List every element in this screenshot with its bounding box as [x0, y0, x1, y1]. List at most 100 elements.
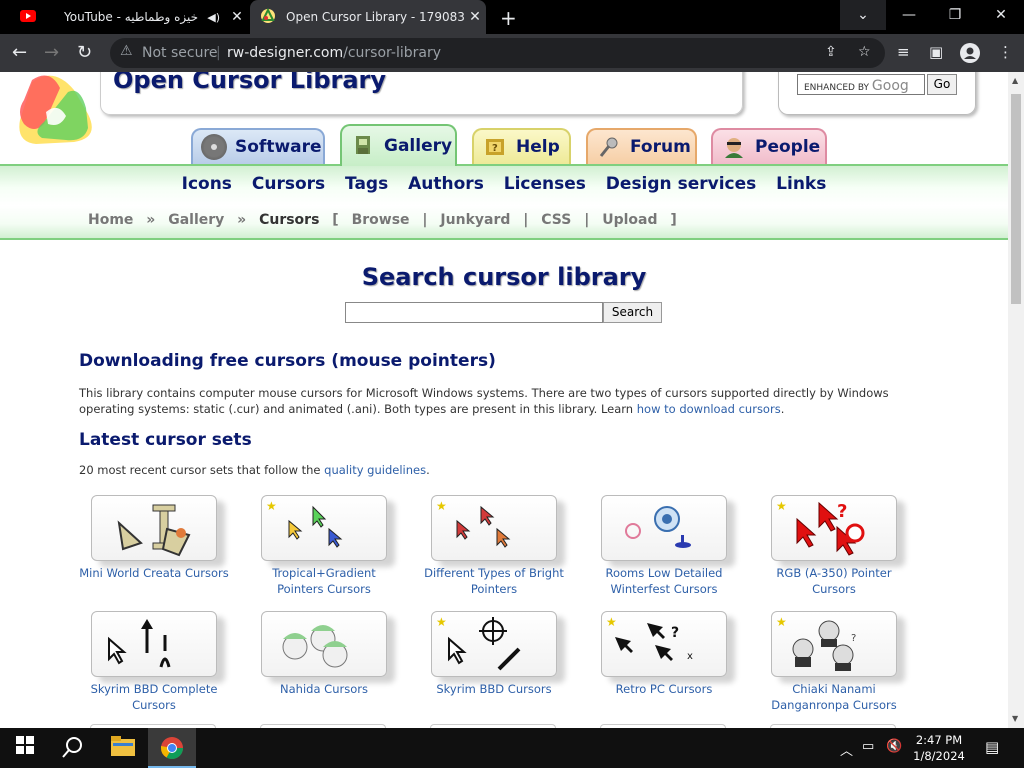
- nav-authors[interactable]: Authors: [408, 174, 484, 194]
- cursor-set-name[interactable]: Nahida Cursors: [249, 681, 399, 697]
- close-tab-icon[interactable]: ✕: [464, 9, 486, 25]
- library-search-button[interactable]: Search: [603, 302, 662, 323]
- tab-label: Gallery: [384, 136, 453, 156]
- tab-software[interactable]: Software: [191, 128, 325, 164]
- nav-links[interactable]: Links: [776, 174, 826, 194]
- tab-title: YouTube - خيزه وطماطيه: [64, 10, 199, 24]
- tab-people[interactable]: People: [711, 128, 827, 164]
- cursor-set-name[interactable]: Mini World Creata Cursors: [79, 565, 229, 581]
- tab-forum[interactable]: Forum: [586, 128, 697, 164]
- tray-chevron-icon[interactable]: ︿: [840, 740, 853, 759]
- tab-help[interactable]: ? Help: [472, 128, 571, 164]
- cursor-set-name[interactable]: Retro PC Cursors: [589, 681, 739, 697]
- chrome-taskbar-button[interactable]: [148, 728, 196, 768]
- system-clock[interactable]: 2:47 PM 1/8/2024: [905, 732, 973, 764]
- page-viewport: Open Cursor Library ENHANCED BY Goog Go …: [0, 72, 1008, 728]
- cursor-set-card[interactable]: ★ ? RGB (A-350) Pointer Cursors: [759, 495, 909, 607]
- bracket-open: [: [332, 212, 339, 228]
- side-panel-icon[interactable]: ▣: [929, 43, 943, 61]
- cursor-set-card[interactable]: Nahida Cursors: [249, 611, 399, 723]
- cursor-set-card[interactable]: ★ Tropical+Gradient Pointers Cursors: [249, 495, 399, 607]
- cursor-set-name[interactable]: Skyrim BBD Cursors: [419, 681, 569, 697]
- network-icon[interactable]: ▭: [862, 739, 874, 754]
- breadcrumb-junkyard[interactable]: Junkyard: [440, 212, 510, 228]
- back-icon[interactable]: ←: [12, 42, 27, 63]
- site-search-input[interactable]: ENHANCED BY Goog: [797, 74, 925, 95]
- nav-cursors[interactable]: Cursors: [252, 174, 325, 194]
- cursor-set-card[interactable]: ★ ? Chiaki Nanami Danganronpa Cursors: [759, 611, 909, 723]
- cursor-set-name[interactable]: Tropical+Gradient Pointers Cursors: [249, 565, 399, 597]
- tab-label: Software: [235, 137, 322, 157]
- cursor-preview-icon: [108, 619, 171, 668]
- nav-licenses[interactable]: Licenses: [504, 174, 586, 194]
- breadcrumb-gallery[interactable]: Gallery: [168, 212, 224, 228]
- warning-icon[interactable]: ⚠: [120, 43, 133, 59]
- scroll-up-icon[interactable]: ▲: [1012, 76, 1018, 85]
- tab-cursor-library[interactable]: Open Cursor Library - 179083 cu ✕: [250, 0, 486, 34]
- menu-icon[interactable]: ⋮: [998, 43, 1013, 61]
- nav-tags[interactable]: Tags: [345, 174, 388, 194]
- scroll-down-icon[interactable]: ▼: [1012, 714, 1018, 723]
- clock-date: 1/8/2024: [913, 749, 965, 763]
- notifications-icon[interactable]: ▤: [985, 738, 999, 756]
- new-tab-icon[interactable]: +: [500, 6, 517, 30]
- close-window-icon[interactable]: ✕: [978, 0, 1024, 30]
- security-label[interactable]: Not secure: [142, 45, 218, 61]
- tab-search-icon[interactable]: ⌄: [840, 0, 886, 30]
- search-icon[interactable]: [62, 736, 84, 763]
- share-icon[interactable]: ⇪: [825, 44, 837, 60]
- library-search-input[interactable]: [345, 302, 603, 323]
- restore-icon[interactable]: ❐: [932, 0, 978, 30]
- bracket-close: ]: [670, 212, 677, 228]
- tab-title: Open Cursor Library - 179083 cu: [286, 10, 464, 24]
- tab-gallery[interactable]: Gallery: [340, 124, 457, 166]
- forward-icon[interactable]: →: [44, 42, 59, 63]
- minimize-icon[interactable]: —: [886, 0, 932, 30]
- search-heading: Search cursor library: [361, 263, 647, 291]
- rw-designer-logo[interactable]: [14, 72, 98, 150]
- cursor-set-card[interactable]: Rooms Low Detailed Winterfest Cursors: [589, 495, 739, 607]
- cursor-set-name[interactable]: Different Types of Bright Pointers: [419, 565, 569, 597]
- scrollbar-thumb[interactable]: [1011, 94, 1021, 304]
- breadcrumb-css[interactable]: CSS: [541, 212, 571, 228]
- profile-icon[interactable]: [960, 43, 980, 67]
- svg-text:?: ?: [492, 143, 498, 154]
- cursor-set-name[interactable]: Rooms Low Detailed Winterfest Cursors: [589, 565, 739, 597]
- cursor-set-card[interactable]: ★ Different Types of Bright Pointers: [419, 495, 569, 607]
- nav-icons[interactable]: Icons: [182, 174, 232, 194]
- tab-youtube[interactable]: YouTube - خيزه وطماطيه ◀) ✕: [8, 0, 248, 34]
- breadcrumb-browse[interactable]: Browse: [352, 212, 410, 228]
- cursor-preview-icon: [117, 504, 191, 557]
- site-title[interactable]: Open Cursor Library: [113, 72, 386, 94]
- close-tab-icon[interactable]: ✕: [226, 9, 248, 25]
- nav-design-services[interactable]: Design services: [606, 174, 756, 194]
- address-bar[interactable]: ⚠ Not secure | rw-designer.com/cursor-li…: [110, 38, 885, 68]
- media-control-icon[interactable]: ≡: [897, 43, 910, 61]
- cursor-set-card[interactable]: Skyrim BBD Complete Cursors: [79, 611, 229, 723]
- volume-muted-icon[interactable]: 🔇: [886, 739, 902, 754]
- breadcrumb-upload[interactable]: Upload: [602, 212, 657, 228]
- cursor-set-name[interactable]: RGB (A-350) Pointer Cursors: [759, 565, 909, 597]
- quality-guidelines-link[interactable]: quality guidelines: [324, 463, 426, 477]
- sub-navigation: Icons Cursors Tags Authors Licenses Desi…: [0, 174, 1008, 194]
- speaker-icon[interactable]: ◀): [207, 11, 220, 24]
- site-search-go-button[interactable]: Go: [927, 74, 957, 95]
- site-search-box: ENHANCED BY Goog Go: [778, 72, 976, 115]
- breadcrumb-separator-icon: »: [237, 212, 247, 228]
- cursor-set-card[interactable]: ★ Skyrim BBD Cursors: [419, 611, 569, 723]
- breadcrumb-home[interactable]: Home: [88, 212, 133, 228]
- cursor-set-card[interactable]: Mini World Creata Cursors: [79, 495, 229, 607]
- url-text[interactable]: rw-designer.com/cursor-library: [227, 45, 441, 61]
- reload-icon[interactable]: ↻: [77, 42, 92, 63]
- cursor-set-name[interactable]: Chiaki Nanami Danganronpa Cursors: [759, 681, 909, 713]
- tab-label: People: [755, 137, 821, 157]
- windows-start-icon[interactable]: [16, 736, 34, 759]
- vertical-scrollbar[interactable]: ▲ ▼: [1008, 72, 1024, 728]
- clock-time: 2:47 PM: [915, 733, 963, 747]
- person-icon: [721, 134, 747, 160]
- cursor-set-name[interactable]: Skyrim BBD Complete Cursors: [79, 681, 229, 713]
- file-explorer-icon[interactable]: [111, 736, 135, 761]
- bookmark-star-icon[interactable]: ☆: [858, 44, 871, 60]
- how-to-download-link[interactable]: how to download cursors: [637, 402, 781, 416]
- cursor-set-card[interactable]: ★ ? x Retro PC Cursors: [589, 611, 739, 723]
